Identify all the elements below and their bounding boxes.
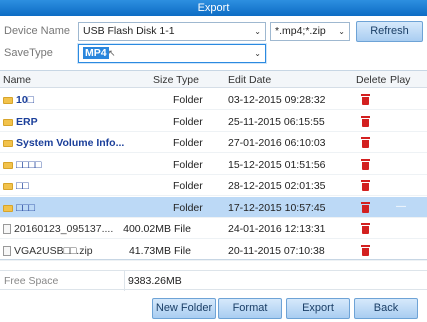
chevron-down-icon: ⌄: [254, 27, 261, 36]
file-name: □□: [3, 180, 29, 192]
export-button[interactable]: Export: [286, 298, 350, 319]
table-row[interactable]: ERP Folder 25-11-2015 06:15:55: [0, 111, 427, 132]
filter-select[interactable]: *.mp4;*.zip ⌄: [270, 22, 350, 41]
folder-icon: [3, 161, 13, 169]
file-name: VGA2USB□□.zip: [3, 245, 93, 257]
window-title: Export: [0, 0, 427, 16]
file-table: Name Size Type Edit Date Delete Play 10□…: [0, 70, 427, 261]
savetype-label: SaveType: [4, 47, 53, 59]
divider: [124, 271, 125, 291]
free-space-value: 9383.26MB: [128, 275, 182, 287]
edit-date: 24-01-2016 12:13:31: [228, 223, 326, 235]
trash-icon[interactable]: [361, 244, 370, 256]
file-type: Folder: [173, 201, 203, 214]
col-edit-date[interactable]: Edit Date: [228, 74, 271, 86]
table-row[interactable]: 10□ Folder 03-12-2015 09:28:32: [0, 89, 427, 110]
chevron-down-icon: ⌄: [338, 27, 345, 36]
trash-icon[interactable]: [361, 115, 370, 127]
col-name[interactable]: Name: [3, 74, 31, 86]
edit-date: 17-12-2015 10:57:45: [228, 201, 326, 214]
file-name-text: System Volume Info...: [16, 137, 125, 149]
device-select[interactable]: USB Flash Disk 1-1 ⌄: [78, 22, 266, 41]
file-name: 20160123_095137....: [3, 223, 113, 235]
file-name-text: 10□: [16, 94, 35, 106]
edit-date: 15-12-2015 01:51:56: [228, 158, 326, 171]
file-type: Folder: [173, 115, 203, 128]
device-label: Device Name: [4, 25, 71, 37]
table-row[interactable]: □□□ Folder 17-12-2015 10:57:45 —: [0, 196, 427, 218]
folder-icon: [3, 204, 13, 212]
filter-value: *.mp4;*.zip: [275, 25, 326, 37]
edit-date: 03-12-2015 09:28:32: [228, 94, 326, 106]
format-button[interactable]: Format: [218, 298, 282, 319]
chevron-down-icon: ⌄: [254, 49, 261, 58]
file-type: File: [174, 244, 191, 257]
file-name-text: □□□□: [16, 158, 42, 171]
edit-date: 20-11-2015 07:10:38: [228, 244, 325, 257]
file-type: Folder: [173, 180, 203, 192]
file-name-text: ERP: [16, 115, 38, 128]
trash-icon[interactable]: [361, 201, 370, 213]
trash-icon[interactable]: [361, 223, 370, 234]
col-size-type[interactable]: Size Type: [153, 74, 199, 86]
edit-date: 27-01-2016 06:10:03: [228, 137, 326, 149]
table-header: Name Size Type Edit Date Delete Play: [0, 71, 427, 88]
table-row[interactable]: □□□□ Folder 15-12-2015 01:51:56: [0, 154, 427, 175]
refresh-button[interactable]: Refresh: [356, 21, 423, 42]
play-icon[interactable]: —: [396, 201, 406, 212]
trash-icon[interactable]: [361, 180, 370, 191]
mouse-cursor-icon: ↖: [108, 48, 116, 58]
trash-icon[interactable]: [361, 158, 370, 170]
folder-icon: [3, 140, 13, 147]
savetype-select[interactable]: MP4 ⌄: [78, 44, 266, 63]
col-delete: Delete: [356, 74, 387, 86]
file-type: Folder: [173, 137, 203, 149]
device-row: Device Name USB Flash Disk 1-1 ⌄ *.mp4;*…: [0, 20, 427, 44]
file-type: File: [174, 223, 191, 235]
table-row[interactable]: 20160123_095137.... 400.02MB File 24-01-201…: [0, 218, 427, 239]
file-type: Folder: [173, 158, 203, 171]
file-name: System Volume Info...: [3, 137, 124, 149]
new-folder-button[interactable]: New Folder: [152, 298, 216, 319]
back-button[interactable]: Back: [354, 298, 418, 319]
file-name-text: □□: [16, 180, 29, 192]
file-size: 41.73MB: [128, 244, 171, 257]
file-name: □□□□: [3, 159, 41, 171]
device-value: USB Flash Disk 1-1: [83, 25, 175, 37]
edit-date: 25-11-2015 06:15:55: [228, 115, 325, 128]
free-space-row: Free Space 9383.26MB: [0, 270, 427, 291]
table-row[interactable]: VGA2USB□□.zip 41.73MB File 20-11-2015 07:10…: [0, 240, 427, 261]
folder-icon: [3, 183, 13, 190]
file-name-text: 20160123_095137....: [14, 223, 114, 235]
file-name: ERP: [3, 116, 38, 128]
folder-icon: [3, 118, 13, 126]
table-row[interactable]: System Volume Info... Folder 27-01-2016 06…: [0, 132, 427, 153]
file-size: 400.02MB: [123, 223, 171, 235]
file-icon: [3, 245, 11, 256]
trash-icon[interactable]: [361, 94, 370, 105]
col-play: Play: [390, 74, 411, 86]
file-icon: [3, 224, 11, 234]
file-name-text: □□□: [16, 201, 36, 214]
edit-date: 28-12-2015 02:01:35: [228, 180, 326, 192]
file-type: Folder: [173, 94, 203, 106]
file-name: 10□: [3, 94, 34, 106]
trash-icon[interactable]: [361, 137, 370, 148]
file-name-text: VGA2USB□□.zip: [14, 244, 93, 257]
savetype-value: MP4: [83, 47, 109, 59]
savetype-row: SaveType MP4 ⌄ ↖: [0, 42, 427, 66]
folder-icon: [3, 97, 13, 104]
file-name: □□□: [3, 202, 35, 214]
free-space-label: Free Space: [4, 275, 59, 287]
table-row[interactable]: □□ Folder 28-12-2015 02:01:35: [0, 175, 427, 196]
